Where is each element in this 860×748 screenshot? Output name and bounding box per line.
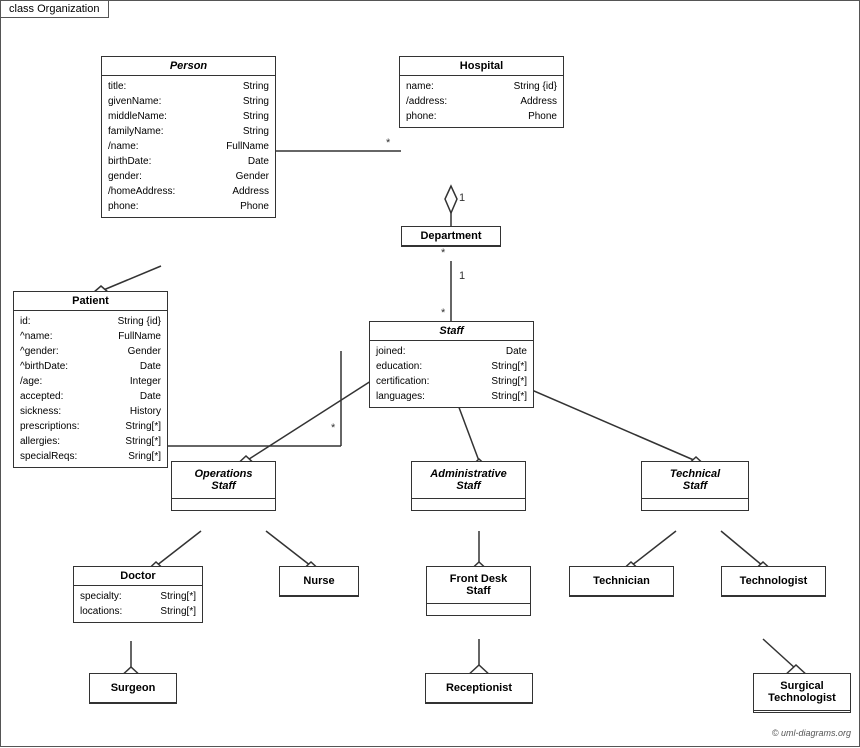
technologist-class: Technologist bbox=[721, 566, 826, 597]
svg-text:*: * bbox=[386, 137, 391, 149]
nurse-class: Nurse bbox=[279, 566, 359, 597]
technologist-title: Technologist bbox=[722, 567, 825, 596]
doctor-attrs: specialty:String[*] locations:String[*] bbox=[74, 586, 202, 622]
patient-attrs: id:String {id} ^name:FullName ^gender:Ge… bbox=[14, 311, 167, 467]
technical-staff-class: TechnicalStaff bbox=[641, 461, 749, 511]
svg-text:1: 1 bbox=[459, 270, 465, 282]
svg-text:*: * bbox=[331, 422, 336, 434]
svg-text:*: * bbox=[441, 247, 446, 259]
diagram-container: class Organization * * 1 * 1 * * * bbox=[0, 0, 860, 747]
copyright: © uml-diagrams.org bbox=[772, 728, 851, 738]
svg-text:1: 1 bbox=[459, 192, 465, 204]
staff-attrs: joined:Date education:String[*] certific… bbox=[370, 341, 533, 407]
department-title: Department bbox=[402, 227, 500, 246]
department-class: Department bbox=[401, 226, 501, 247]
surgical-technologist-title: SurgicalTechnologist bbox=[754, 674, 850, 711]
administrative-staff-title: AdministrativeStaff bbox=[412, 462, 525, 499]
hospital-class: Hospital name:String {id} /address:Addre… bbox=[399, 56, 564, 128]
diagram-label: class Organization bbox=[1, 1, 109, 18]
technical-staff-title: TechnicalStaff bbox=[642, 462, 748, 499]
surgeon-class: Surgeon bbox=[89, 673, 177, 704]
svg-text:*: * bbox=[441, 307, 446, 319]
operations-staff-class: OperationsStaff bbox=[171, 461, 276, 511]
technician-title: Technician bbox=[570, 567, 673, 596]
administrative-staff-class: AdministrativeStaff bbox=[411, 461, 526, 511]
technician-class: Technician bbox=[569, 566, 674, 597]
operations-staff-title: OperationsStaff bbox=[172, 462, 275, 499]
staff-title: Staff bbox=[370, 322, 533, 341]
front-desk-staff-class: Front DeskStaff bbox=[426, 566, 531, 616]
person-attrs: title:String givenName:String middleName… bbox=[102, 76, 275, 217]
hospital-attrs: name:String {id} /address:Address phone:… bbox=[400, 76, 563, 127]
doctor-title: Doctor bbox=[74, 567, 202, 586]
staff-class: Staff joined:Date education:String[*] ce… bbox=[369, 321, 534, 408]
person-title: Person bbox=[102, 57, 275, 76]
patient-title: Patient bbox=[14, 292, 167, 311]
surgical-technologist-class: SurgicalTechnologist bbox=[753, 673, 851, 713]
patient-class: Patient id:String {id} ^name:FullName ^g… bbox=[13, 291, 168, 468]
doctor-class: Doctor specialty:String[*] locations:Str… bbox=[73, 566, 203, 623]
receptionist-class: Receptionist bbox=[425, 673, 533, 704]
person-class: Person title:String givenName:String mid… bbox=[101, 56, 276, 218]
hospital-title: Hospital bbox=[400, 57, 563, 76]
front-desk-staff-title: Front DeskStaff bbox=[427, 567, 530, 604]
nurse-title: Nurse bbox=[280, 567, 358, 596]
receptionist-title: Receptionist bbox=[426, 674, 532, 703]
surgeon-title: Surgeon bbox=[90, 674, 176, 703]
